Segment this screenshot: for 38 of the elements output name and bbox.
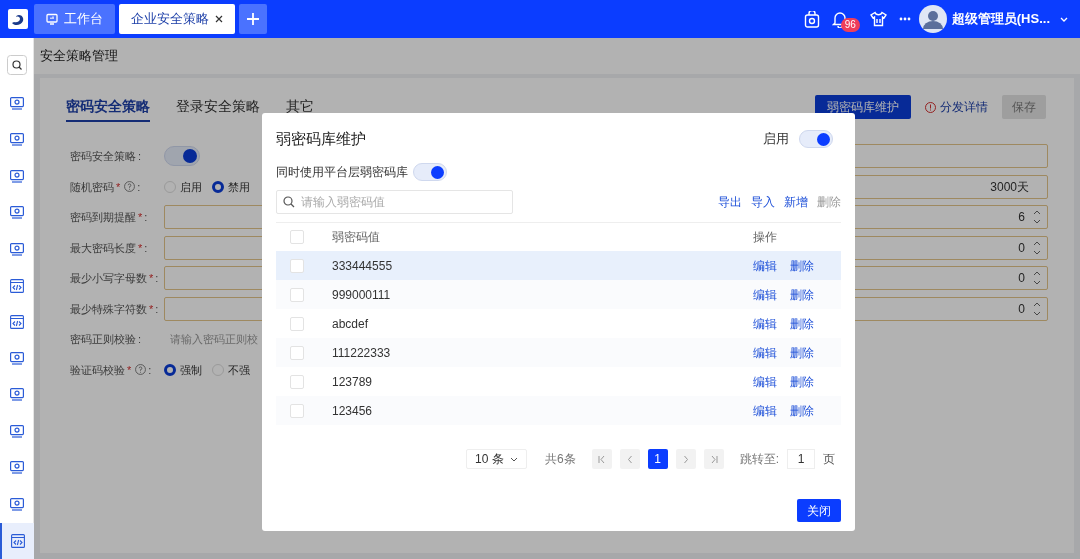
table-cell-text: 999000111 (332, 286, 392, 304)
required-mark: * (149, 301, 154, 317)
notification-badge: 96 (840, 17, 860, 32)
column-header: 操作 (753, 229, 778, 246)
label-colon: : (137, 179, 141, 195)
label-colon: : (144, 240, 148, 256)
label-colon: : (138, 149, 142, 164)
field-label: 密码正则校验 (70, 332, 136, 347)
field-label: 密码到期提醒 (70, 210, 136, 225)
table-cell-text: 111222333 (332, 344, 392, 362)
field-label: 验证码校验 (70, 362, 125, 378)
platform-label: 同时使用平台层弱密码库 (276, 164, 408, 181)
table-cell-text: abcdef (332, 315, 370, 333)
column-header: 弱密码值 (332, 229, 381, 246)
field-label: 密码安全策略 (70, 149, 136, 164)
table-cell-text: 333444555 (332, 257, 394, 275)
required-mark: * (116, 179, 121, 195)
required-mark: * (127, 362, 132, 378)
field-label: 随机密码 (70, 179, 114, 195)
jump-label: 跳转至: (739, 451, 779, 468)
page-unit: 页 (823, 451, 835, 468)
label-colon: : (155, 271, 159, 286)
label-colon: : (138, 332, 142, 347)
required-mark: * (138, 240, 143, 256)
table-cell-text: 123789 (332, 373, 374, 391)
label-colon: : (155, 301, 159, 317)
label-colon: : (148, 362, 152, 378)
dialog-title: 弱密码库维护 (276, 128, 366, 149)
total-count: 共6条 (544, 451, 576, 468)
field-label: 最少小写字母数 (70, 271, 147, 286)
page-title: 安全策略管理 (40, 47, 118, 66)
required-mark: * (149, 271, 154, 286)
field-label: 最大密码长度 (70, 240, 136, 256)
required-mark: * (138, 210, 143, 225)
enable-label: 启用 (763, 130, 789, 149)
label-colon: : (144, 210, 148, 225)
table-cell-text: 123456 (332, 402, 374, 420)
field-label: 最少特殊字符数 (70, 301, 147, 317)
